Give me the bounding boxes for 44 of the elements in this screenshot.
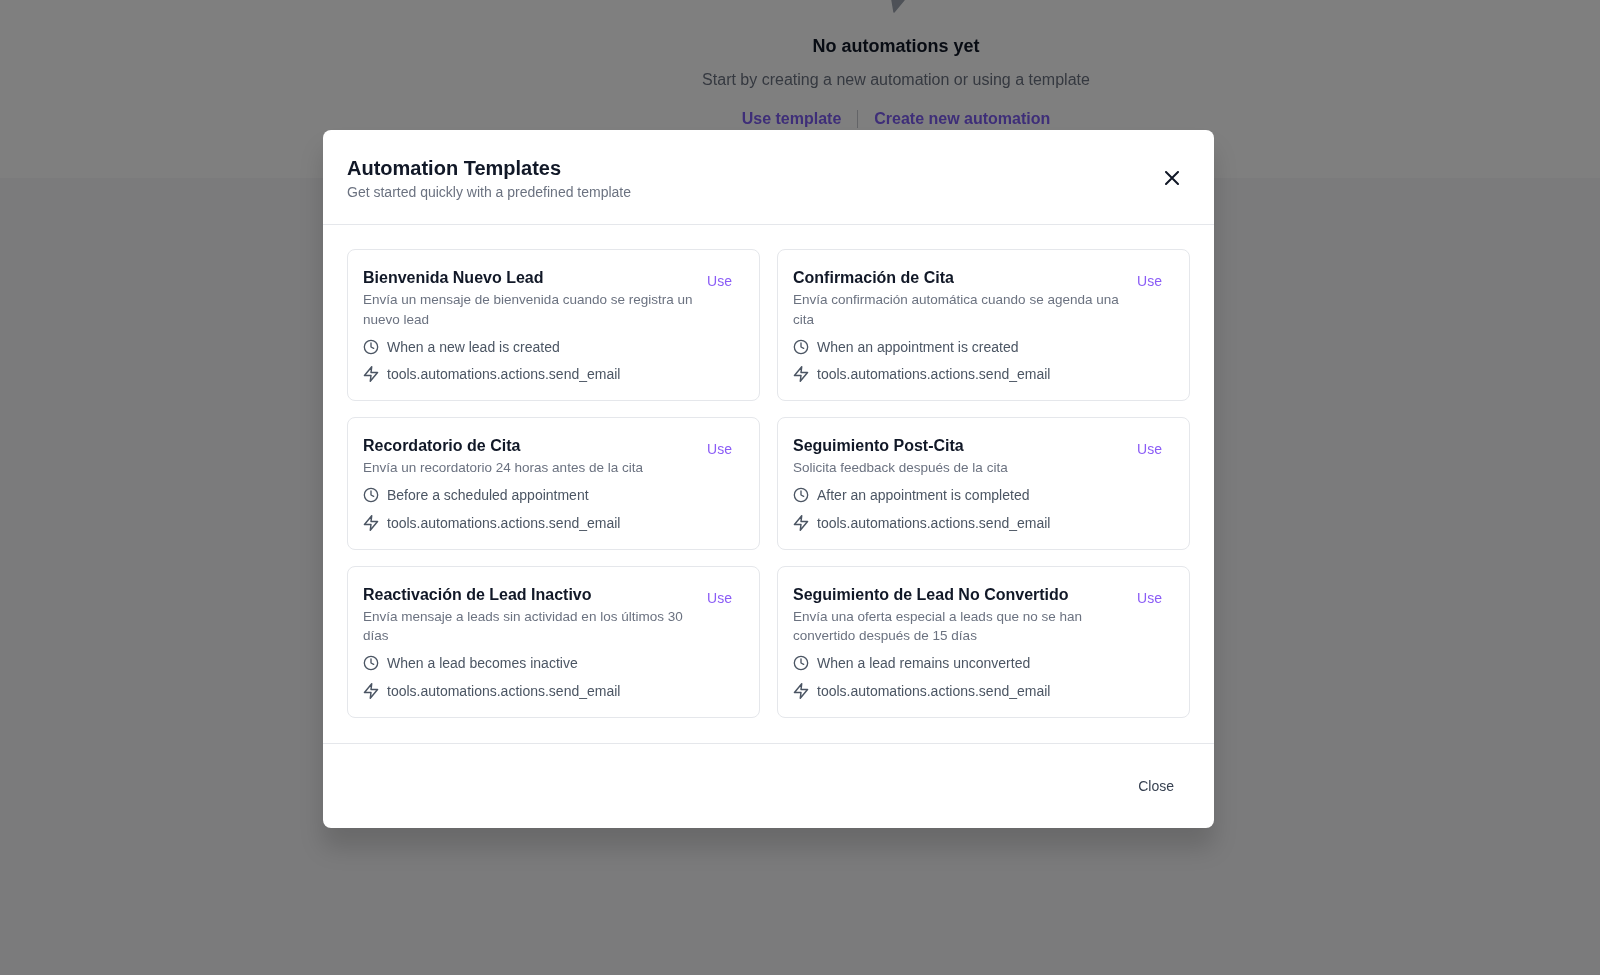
clock-icon — [793, 338, 809, 355]
trigger-text: When a lead remains unconverted — [817, 654, 1031, 673]
dialog-title: Automation Templates — [347, 156, 563, 181]
empty-state-title: No automations yet — [812, 35, 980, 58]
bolt-icon — [793, 682, 809, 699]
template-name: Seguimiento de Lead No Convertido — [793, 584, 1070, 605]
bolt-icon — [793, 514, 809, 531]
clock-icon — [363, 487, 379, 503]
bolt-icon — [793, 366, 809, 382]
action-text: tools.automations.actions.send_email — [387, 681, 621, 701]
template-description: Envía mensaje a leads sin actividad en los últimos 30 días — [363, 607, 684, 645]
bolt-icon — [363, 514, 379, 531]
clock-icon — [363, 338, 379, 355]
template-description: Envía un recordatorio 24 horas antes de la cita — [363, 459, 644, 477]
template-name: Bienvenida Nuevo Lead — [363, 268, 545, 288]
action-text: tools.automations.actions.send_email — [387, 365, 621, 384]
action-text: tools.automations.actions.send_email — [387, 513, 621, 533]
template-name: Seguimiento Post-Cita — [793, 436, 965, 456]
trigger-text: When a lead becomes inactive — [387, 654, 578, 673]
link[interactable]: Use template — [741, 107, 842, 131]
action-text: tools.automations.actions.send_email — [817, 681, 1051, 701]
dialog-subtitle: Get started quickly with a predefined template — [347, 183, 632, 202]
template-description: Solicita feedback después de la cita — [793, 459, 1009, 477]
template-description: Envía confirmación automática cuando se agenda una cita — [793, 291, 1120, 329]
action-text: tools.automations.actions.send_email — [817, 365, 1051, 384]
bolt-icon — [891, 0, 905, 13]
action-text: tools.automations.actions.send_email — [817, 513, 1051, 533]
empty-state-subtitle: Start by creating a new automation or using a template — [702, 70, 1090, 90]
clock-icon — [793, 655, 809, 671]
template-description: Envía una oferta especial a leads que no se han convertido después de 15 días — [793, 607, 1083, 645]
template-name: Confirmación de Cita — [793, 268, 955, 288]
link[interactable]: Create new automation — [874, 107, 1051, 131]
trigger-text: After an appointment is completed — [817, 486, 1030, 505]
template-description: Envía un mensaje de bienvenida cuando se registra un nuevo lead — [363, 291, 694, 329]
clock-icon — [793, 487, 809, 503]
trigger-text: When a new lead is created — [387, 337, 560, 357]
template-name: Recordatorio de Cita — [363, 436, 522, 456]
bolt-icon — [363, 366, 379, 382]
trigger-text: Before a scheduled appointment — [387, 486, 589, 505]
clock-icon — [363, 655, 379, 671]
trigger-text: When an appointment is created — [817, 337, 1019, 357]
template-name: Reactivación de Lead Inactivo — [363, 584, 593, 605]
bolt-icon — [363, 682, 379, 699]
close-icon — [1165, 171, 1179, 185]
